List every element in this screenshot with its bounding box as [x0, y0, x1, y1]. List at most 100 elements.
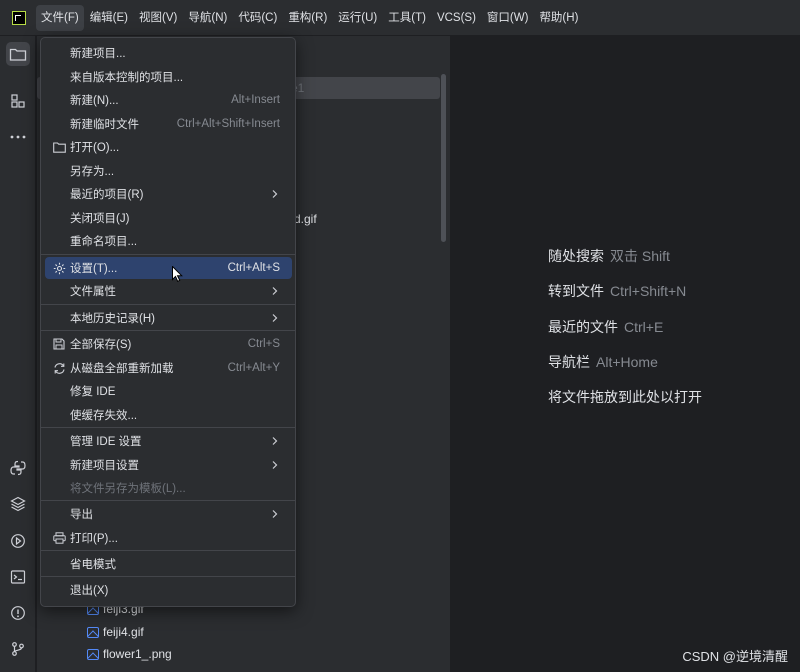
menu-navigate[interactable]: 导航(N)	[183, 5, 232, 31]
menu-view[interactable]: 视图(V)	[134, 5, 182, 31]
menu-separator	[41, 576, 295, 577]
menu-help[interactable]: 帮助(H)	[534, 5, 583, 31]
menu-separator	[41, 550, 295, 551]
menu-separator	[41, 427, 295, 428]
menu-save-file-as-template: 将文件另存为模板(L)...	[45, 477, 292, 499]
tree-file-label: flower1_.png	[103, 647, 172, 661]
menu-project-from-vcs[interactable]: 来自版本控制的项目...	[45, 66, 292, 88]
menu-item-label: 省电模式	[70, 559, 116, 571]
hint-shortcut: Ctrl+Shift+N	[610, 283, 687, 299]
menu-save-all[interactable]: 全部保存(S) Ctrl+S	[45, 333, 292, 355]
print-icon	[52, 531, 66, 545]
menu-separator	[41, 254, 295, 255]
chevron-right-icon	[272, 461, 278, 469]
structure-icon[interactable]	[6, 89, 30, 113]
hint-shortcut: Alt+Home	[596, 354, 658, 370]
menu-reload-all-from-disk[interactable]: 从磁盘全部重新加载 Ctrl+Alt+Y	[45, 357, 292, 379]
menu-item-label: 另存为...	[70, 166, 115, 178]
menu-item-label: 新建项目...	[70, 48, 126, 60]
hint-label: 将文件拖放到此处以打开	[548, 389, 702, 405]
menu-item-label: 重命名项目...	[70, 236, 138, 248]
menu-item-label: 新建(N)...	[70, 95, 119, 107]
gear-icon	[52, 261, 66, 275]
menu-item-label: 使缓存失效...	[70, 410, 138, 422]
chevron-right-icon	[272, 314, 278, 322]
tree-item-partial[interactable]: d.gif	[294, 212, 317, 226]
menu-item-label: 全部保存(S)	[70, 339, 132, 351]
menu-local-history[interactable]: 本地历史记录(H)	[45, 307, 292, 329]
hint-label: 最近的文件	[548, 319, 618, 335]
menu-file[interactable]: 文件(F)	[36, 4, 84, 31]
menu-refactor[interactable]: 重构(R)	[283, 5, 332, 31]
git-branch-icon[interactable]	[6, 637, 30, 661]
menu-new-scratch-file[interactable]: 新建临时文件 Ctrl+Alt+Shift+Insert	[45, 113, 292, 135]
hint-shortcut: 双击 Shift	[610, 248, 670, 264]
menu-item-label: 修复 IDE	[70, 386, 116, 398]
hint-label: 随处搜索	[548, 248, 604, 264]
hint-shortcut: Ctrl+E	[624, 319, 664, 335]
menu-run[interactable]: 运行(U)	[333, 5, 382, 31]
menu-export[interactable]: 导出	[45, 503, 292, 525]
python-console-icon[interactable]	[6, 456, 30, 480]
menu-new-project[interactable]: 新建项目...	[45, 42, 292, 64]
python-packages-icon[interactable]	[6, 492, 30, 516]
project-folder-icon[interactable]	[6, 42, 30, 66]
menu-edit[interactable]: 编辑(E)	[85, 5, 133, 31]
menu-item-label: 新建临时文件	[70, 119, 139, 131]
menu-rename-project[interactable]: 重命名项目...	[45, 230, 292, 252]
menu-item-label: 本地历史记录(H)	[70, 313, 155, 325]
tree-file-label: feiji4.gif	[103, 625, 144, 639]
menu-item-label: 新建项目设置	[70, 460, 139, 472]
image-file-icon	[87, 626, 99, 638]
app-logo-icon[interactable]	[12, 10, 26, 25]
mouse-pointer-icon	[172, 266, 183, 282]
menu-close-project[interactable]: 关闭项目(J)	[45, 207, 292, 229]
hint-drop-files: 将文件拖放到此处以打开	[548, 387, 702, 407]
tree-scrollbar[interactable]	[441, 74, 446, 242]
menu-new-project-setup[interactable]: 新建项目设置	[45, 454, 292, 476]
menu-vcs[interactable]: VCS(S)	[432, 5, 481, 31]
image-file-icon	[87, 648, 99, 660]
more-tools-icon[interactable]	[6, 125, 30, 149]
menu-invalidate-caches[interactable]: 使缓存失效...	[45, 404, 292, 426]
save-icon	[52, 337, 66, 351]
menu-code[interactable]: 代码(C)	[233, 5, 282, 31]
services-icon[interactable]	[6, 529, 30, 553]
problems-icon[interactable]	[6, 601, 30, 625]
menu-separator	[41, 304, 295, 305]
menu-tools[interactable]: 工具(T)	[383, 5, 431, 31]
tree-file[interactable]: flower1_.png	[87, 647, 172, 661]
menu-save-as[interactable]: 另存为...	[45, 160, 292, 182]
menu-item-shortcut: Ctrl+Alt+Y	[227, 362, 280, 374]
menu-recent-projects[interactable]: 最近的项目(R)	[45, 183, 292, 205]
menu-item-shortcut: Ctrl+S	[247, 338, 280, 350]
menu-settings[interactable]: 设置(T)... Ctrl+Alt+S	[45, 257, 292, 279]
hint-label: 导航栏	[548, 354, 590, 370]
menu-window[interactable]: 窗口(W)	[482, 5, 534, 31]
menu-item-shortcut: Ctrl+Alt+Shift+Insert	[176, 118, 280, 130]
file-menu-dropdown: 新建项目... 来自版本控制的项目... 新建(N)... Alt+Insert …	[40, 37, 296, 607]
menu-bar: 文件(F) 编辑(E) 视图(V) 导航(N) 代码(C) 重构(R) 运行(U…	[36, 0, 584, 35]
menu-item-label: 将文件另存为模板(L)...	[70, 483, 186, 495]
hint-search-everywhere: 随处搜索 双击 Shift	[548, 246, 670, 266]
menu-file-properties[interactable]: 文件属性	[45, 280, 292, 302]
tree-file[interactable]: feiji4.gif	[87, 625, 144, 639]
folder-icon	[52, 140, 66, 154]
menu-item-label: 管理 IDE 设置	[70, 436, 142, 448]
menu-repair-ide[interactable]: 修复 IDE	[45, 380, 292, 402]
chevron-right-icon	[272, 287, 278, 295]
menu-exit[interactable]: 退出(X)	[45, 579, 292, 601]
title-bar: 文件(F) 编辑(E) 视图(V) 导航(N) 代码(C) 重构(R) 运行(U…	[0, 0, 800, 36]
menu-item-label: 最近的项目(R)	[70, 189, 144, 201]
menu-item-label: 来自版本控制的项目...	[70, 72, 184, 84]
menu-open[interactable]: 打开(O)...	[45, 136, 292, 158]
menu-power-save-mode[interactable]: 省电模式	[45, 553, 292, 575]
menu-new[interactable]: 新建(N)... Alt+Insert	[45, 89, 292, 111]
hint-navigation-bar: 导航栏 Alt+Home	[548, 352, 658, 372]
menu-separator	[41, 330, 295, 331]
hint-recent-files: 最近的文件 Ctrl+E	[548, 317, 663, 337]
menu-manage-ide-settings[interactable]: 管理 IDE 设置	[45, 430, 292, 452]
reload-icon	[52, 361, 66, 375]
terminal-icon[interactable]	[6, 565, 30, 589]
menu-print[interactable]: 打印(P)...	[45, 527, 292, 549]
